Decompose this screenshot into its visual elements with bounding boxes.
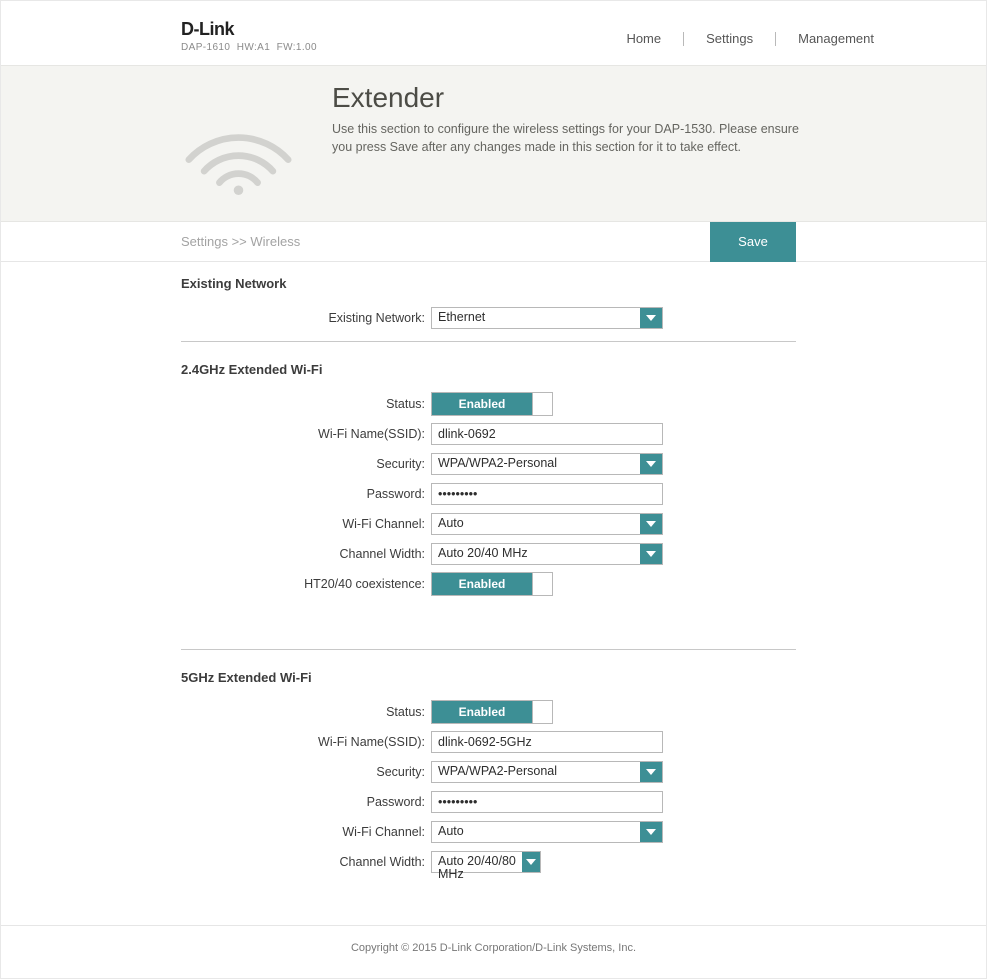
breadcrumb-row: Settings >> Wireless Save bbox=[1, 222, 986, 262]
existing-network-select[interactable]: Ethernet bbox=[431, 307, 663, 329]
chevron-down-icon[interactable] bbox=[522, 852, 540, 872]
5ghz-status-toggle[interactable]: Enabled bbox=[431, 700, 553, 724]
section-existing-network: Existing Network Existing Network: Ether… bbox=[181, 276, 796, 342]
24ghz-width-select[interactable]: Auto 20/40 MHz bbox=[431, 543, 663, 565]
chevron-down-icon[interactable] bbox=[640, 762, 662, 782]
section-title-existing: Existing Network bbox=[181, 276, 796, 291]
chevron-down-icon[interactable] bbox=[640, 544, 662, 564]
24ghz-status-value: Enabled bbox=[432, 393, 532, 415]
chevron-down-icon[interactable] bbox=[640, 822, 662, 842]
divider bbox=[181, 649, 796, 650]
24ghz-security-value: WPA/WPA2-Personal bbox=[432, 454, 640, 474]
24ghz-status-toggle[interactable]: Enabled bbox=[431, 392, 553, 416]
section-5ghz: 5GHz Extended Wi-Fi Status: Enabled Wi-F… bbox=[181, 670, 796, 877]
24ghz-coex-label: HT20/40 coexistence: bbox=[181, 577, 431, 591]
24ghz-channel-label: Wi-Fi Channel: bbox=[181, 517, 431, 531]
chevron-down-icon[interactable] bbox=[640, 308, 662, 328]
existing-network-value: Ethernet bbox=[432, 308, 640, 328]
page: D-Link DAP-1610 HW:A1 FW:1.00 Home Setti… bbox=[0, 0, 987, 979]
5ghz-security-select[interactable]: WPA/WPA2-Personal bbox=[431, 761, 663, 783]
top-nav: Home Settings Management bbox=[604, 29, 896, 48]
chevron-down-icon[interactable] bbox=[640, 454, 662, 474]
device-model: DAP-1610 bbox=[181, 42, 230, 53]
section-title-24ghz: 2.4GHz Extended Wi-Fi bbox=[181, 362, 796, 377]
toggle-knob bbox=[532, 701, 552, 723]
24ghz-channel-select[interactable]: Auto bbox=[431, 513, 663, 535]
5ghz-password-label: Password: bbox=[181, 795, 431, 809]
5ghz-security-label: Security: bbox=[181, 765, 431, 779]
24ghz-security-label: Security: bbox=[181, 457, 431, 471]
device-fw: FW:1.00 bbox=[277, 42, 317, 53]
hero-text: Extender Use this section to configure t… bbox=[332, 82, 806, 156]
24ghz-ssid-input[interactable] bbox=[431, 423, 663, 445]
5ghz-width-label: Channel Width: bbox=[181, 855, 431, 869]
device-info: DAP-1610 HW:A1 FW:1.00 bbox=[181, 42, 317, 53]
nav-management[interactable]: Management bbox=[776, 29, 896, 48]
24ghz-channel-value: Auto bbox=[432, 514, 640, 534]
device-hw: HW:A1 bbox=[237, 42, 271, 53]
24ghz-ssid-label: Wi-Fi Name(SSID): bbox=[181, 427, 431, 441]
24ghz-coex-toggle[interactable]: Enabled bbox=[431, 572, 553, 596]
brand-logo: D-Link bbox=[181, 19, 317, 40]
content: Existing Network Existing Network: Ether… bbox=[1, 262, 986, 925]
5ghz-width-value: Auto 20/40/80 MHz bbox=[432, 852, 522, 872]
24ghz-password-input[interactable] bbox=[431, 483, 663, 505]
toggle-knob bbox=[532, 573, 552, 595]
5ghz-password-input[interactable] bbox=[431, 791, 663, 813]
24ghz-status-label: Status: bbox=[181, 397, 431, 411]
footer: Copyright © 2015 D-Link Corporation/D-Li… bbox=[1, 925, 986, 978]
toggle-knob bbox=[532, 393, 552, 415]
5ghz-security-value: WPA/WPA2-Personal bbox=[432, 762, 640, 782]
5ghz-channel-select[interactable]: Auto bbox=[431, 821, 663, 843]
24ghz-password-label: Password: bbox=[181, 487, 431, 501]
brand-block: D-Link DAP-1610 HW:A1 FW:1.00 bbox=[181, 19, 317, 53]
24ghz-security-select[interactable]: WPA/WPA2-Personal bbox=[431, 453, 663, 475]
page-title: Extender bbox=[332, 82, 806, 114]
5ghz-status-value: Enabled bbox=[432, 701, 532, 723]
section-24ghz: 2.4GHz Extended Wi-Fi Status: Enabled Wi… bbox=[181, 362, 796, 650]
divider bbox=[181, 341, 796, 342]
nav-settings[interactable]: Settings bbox=[684, 29, 775, 48]
24ghz-width-value: Auto 20/40 MHz bbox=[432, 544, 640, 564]
5ghz-ssid-label: Wi-Fi Name(SSID): bbox=[181, 735, 431, 749]
wifi-icon bbox=[181, 110, 296, 199]
hero: Extender Use this section to configure t… bbox=[1, 65, 986, 222]
nav-home[interactable]: Home bbox=[604, 29, 683, 48]
page-description: Use this section to configure the wirele… bbox=[332, 120, 806, 156]
24ghz-coex-value: Enabled bbox=[432, 573, 532, 595]
5ghz-status-label: Status: bbox=[181, 705, 431, 719]
5ghz-width-select[interactable]: Auto 20/40/80 MHz bbox=[431, 851, 541, 873]
chevron-down-icon[interactable] bbox=[640, 514, 662, 534]
5ghz-channel-label: Wi-Fi Channel: bbox=[181, 825, 431, 839]
header: D-Link DAP-1610 HW:A1 FW:1.00 Home Setti… bbox=[1, 1, 986, 65]
24ghz-width-label: Channel Width: bbox=[181, 547, 431, 561]
breadcrumb: Settings >> Wireless bbox=[181, 234, 300, 249]
existing-network-label: Existing Network: bbox=[181, 311, 431, 325]
save-button[interactable]: Save bbox=[710, 222, 796, 262]
5ghz-channel-value: Auto bbox=[432, 822, 640, 842]
5ghz-ssid-input[interactable] bbox=[431, 731, 663, 753]
section-title-5ghz: 5GHz Extended Wi-Fi bbox=[181, 670, 796, 685]
